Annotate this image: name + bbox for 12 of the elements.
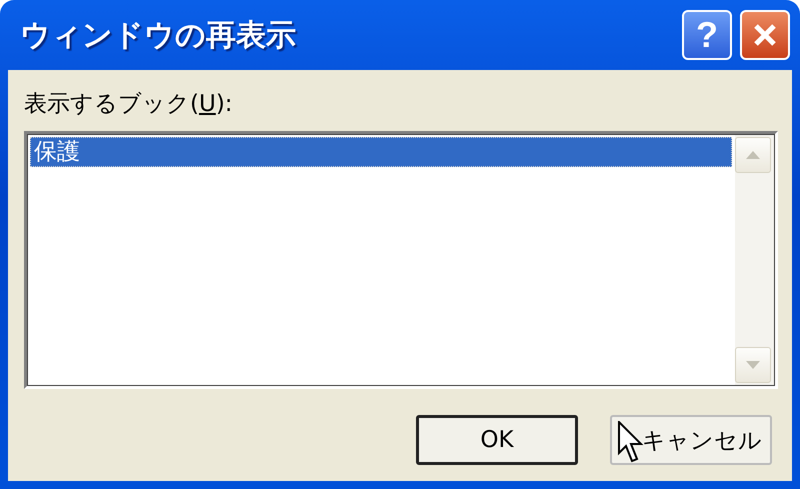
down-arrow-icon — [746, 361, 760, 369]
close-icon — [752, 22, 778, 48]
list-item[interactable]: 保護 — [30, 137, 732, 167]
help-button[interactable]: ? — [682, 10, 732, 60]
close-button[interactable] — [740, 10, 790, 60]
ok-button[interactable]: OK — [416, 415, 578, 465]
up-arrow-icon — [746, 151, 760, 159]
cursor-icon — [618, 421, 644, 465]
book-list[interactable]: 保護 — [24, 131, 778, 389]
list-label: 表示するブック(U): — [24, 90, 234, 119]
window-title: ウィンドウの再表示 — [20, 16, 297, 54]
cancel-button[interactable]: キャンセル — [610, 415, 772, 465]
